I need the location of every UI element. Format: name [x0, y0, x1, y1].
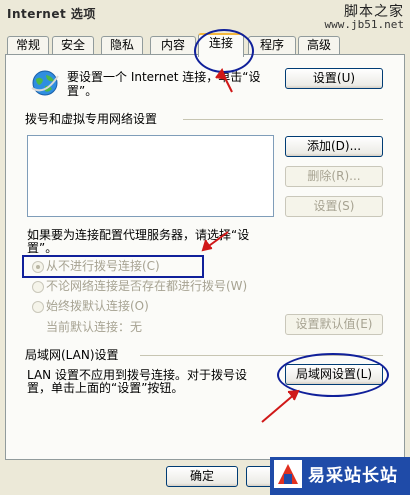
globe-network-icon	[31, 70, 59, 96]
set-default-button: 设置默认值(E)	[285, 314, 383, 335]
watermark-bottom-brand: 易采站长站	[308, 466, 398, 486]
title-bar: Internet 选项 脚本之家 www.jb51.net	[0, 0, 410, 31]
lan-text-line1: LAN 设置不应用到拨号连接。对于拨号设	[27, 368, 247, 382]
dialup-settings-button: 设置(S)	[285, 196, 383, 217]
window-title: Internet 选项	[7, 7, 96, 21]
lan-text-line2: 置，单击上面的“设置”按钮。	[27, 381, 184, 395]
radio-dial-whenever-label: 不论网络连接是否存在都进行拨号(W)	[46, 279, 248, 293]
annotation-rect-never-dial	[22, 255, 204, 278]
watermark-url: www.jb51.net	[324, 18, 404, 31]
radio-always-dial-default-label: 始终拨默认连接(O)	[46, 299, 149, 313]
watermark-bottom-banner: 易采站长站	[270, 457, 410, 495]
annotation-ellipse-lan-button	[277, 353, 389, 397]
current-default-label: 当前默认连接：	[46, 320, 131, 334]
tab-advanced[interactable]: 高级	[298, 36, 340, 54]
setup-button[interactable]: 设置(U)	[285, 68, 383, 89]
dialup-separator	[183, 119, 383, 120]
current-default-value: 无	[130, 320, 143, 334]
ok-button[interactable]: 确定	[166, 466, 238, 487]
annotation-ellipse-connections-tab	[194, 29, 254, 73]
radio-always-dial-default	[32, 301, 44, 313]
lan-section-title: 局域网(LAN)设置	[25, 348, 119, 362]
tab-programs[interactable]: 程序	[248, 36, 296, 54]
tab-security[interactable]: 安全	[52, 36, 94, 54]
proxy-text-line2: 置”。	[27, 241, 58, 255]
proxy-text-line1: 如果要为连接配置代理服务器，请选择“设	[27, 228, 250, 242]
tab-general[interactable]: 常规	[7, 36, 49, 54]
connections-listbox[interactable]	[27, 135, 274, 217]
dialup-section-title: 拨号和虚拟专用网络设置	[25, 112, 158, 126]
watermark-logo-icon	[274, 460, 302, 488]
tab-privacy[interactable]: 隐私	[101, 36, 143, 54]
add-button[interactable]: 添加(D)...	[285, 136, 383, 157]
remove-button: 删除(R)...	[285, 166, 383, 187]
setup-text-line2: 置”。	[67, 84, 98, 98]
tab-content[interactable]: 内容	[150, 36, 196, 54]
radio-dial-whenever	[32, 281, 44, 293]
